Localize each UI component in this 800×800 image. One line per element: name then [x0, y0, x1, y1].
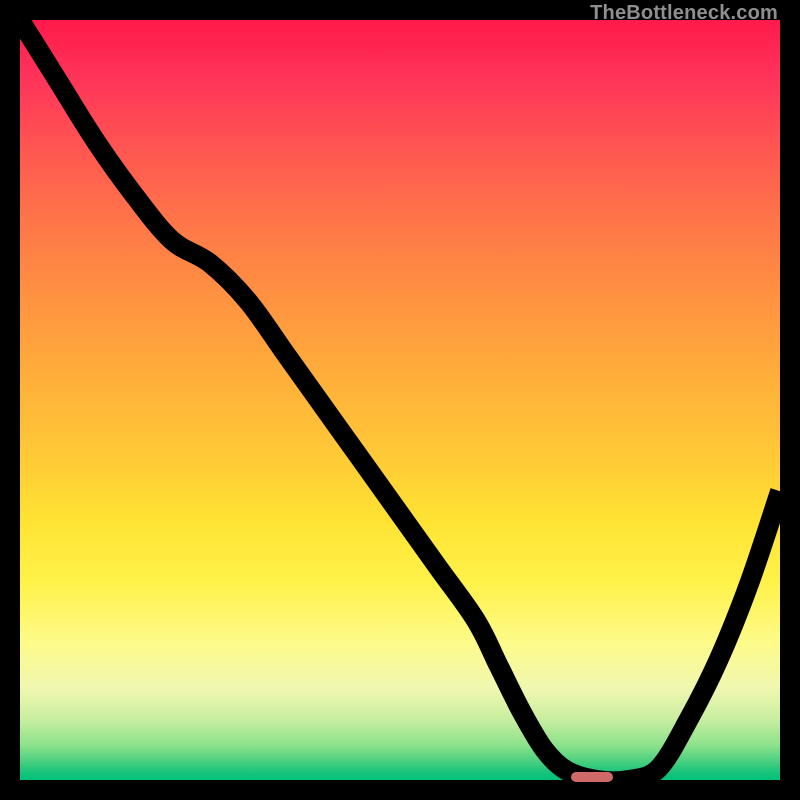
optimal-range-marker: [571, 772, 613, 782]
plot-area: [20, 20, 780, 780]
bottleneck-curve: [20, 20, 780, 780]
chart-frame: TheBottleneck.com: [0, 0, 800, 800]
watermark-text: TheBottleneck.com: [590, 2, 778, 25]
